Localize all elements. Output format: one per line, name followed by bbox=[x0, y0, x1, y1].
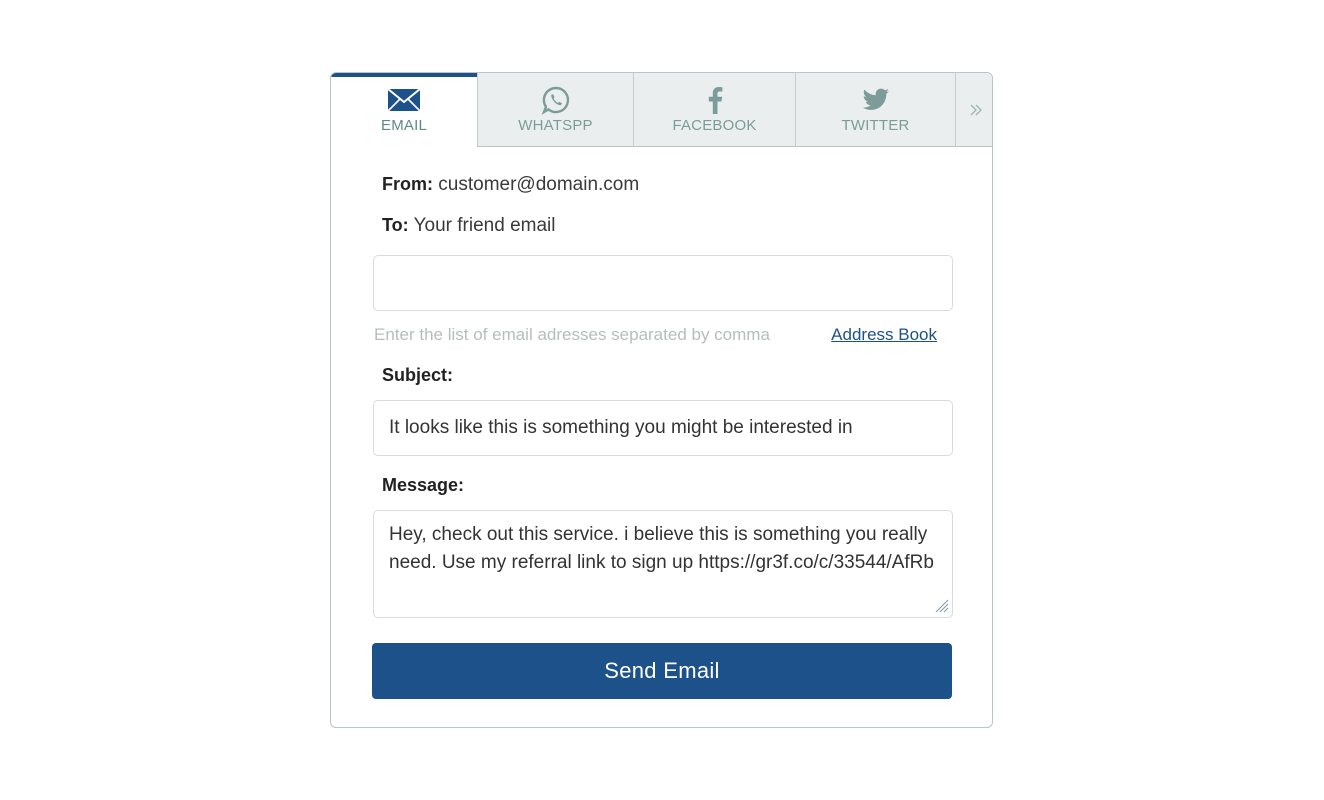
message-textarea[interactable]: Hey, check out this service. i believe t… bbox=[373, 510, 953, 618]
to-email-input[interactable] bbox=[373, 255, 953, 311]
address-book-link[interactable]: Address Book bbox=[831, 325, 937, 345]
tab-more[interactable] bbox=[955, 73, 992, 147]
tab-twitter-label: TWITTER bbox=[841, 117, 910, 134]
tab-email[interactable]: EMAIL bbox=[331, 73, 477, 147]
message-row: Message: bbox=[382, 475, 464, 497]
subject-input[interactable] bbox=[373, 400, 953, 456]
tab-email-label: EMAIL bbox=[380, 117, 427, 134]
to-value: Your friend email bbox=[413, 215, 556, 236]
to-label: To: bbox=[382, 215, 409, 235]
from-value: customer@domain.com bbox=[438, 174, 640, 195]
tab-facebook-label: FACEBOOK bbox=[672, 117, 757, 134]
tab-twitter[interactable]: TWITTER bbox=[795, 73, 955, 147]
double-chevron-right-icon bbox=[969, 95, 983, 125]
from-row: From: customer@domain.com bbox=[382, 174, 639, 196]
to-row: To: Your friend email bbox=[382, 215, 555, 237]
share-widget: EMAIL WHATSPP FACEBOOK TWITTER From: cus… bbox=[330, 72, 993, 728]
subject-row: Subject: bbox=[382, 365, 453, 387]
tab-facebook[interactable]: FACEBOOK bbox=[633, 73, 795, 147]
twitter-icon bbox=[861, 85, 891, 115]
tabs-divider bbox=[477, 146, 992, 147]
facebook-icon bbox=[706, 85, 724, 115]
envelope-icon bbox=[387, 85, 421, 115]
tab-whatsapp-label: WHATSPP bbox=[518, 117, 593, 134]
whatsapp-icon bbox=[541, 85, 571, 115]
tab-whatsapp[interactable]: WHATSPP bbox=[477, 73, 633, 147]
resize-handle-icon[interactable] bbox=[933, 597, 949, 613]
subject-label: Subject: bbox=[382, 365, 454, 385]
share-tabs: EMAIL WHATSPP FACEBOOK TWITTER bbox=[331, 73, 992, 147]
message-label: Message: bbox=[382, 475, 465, 495]
from-label: From: bbox=[382, 174, 433, 194]
to-hint-text: Enter the list of email adresses separat… bbox=[374, 325, 770, 344]
send-email-button[interactable]: Send Email bbox=[372, 643, 952, 699]
